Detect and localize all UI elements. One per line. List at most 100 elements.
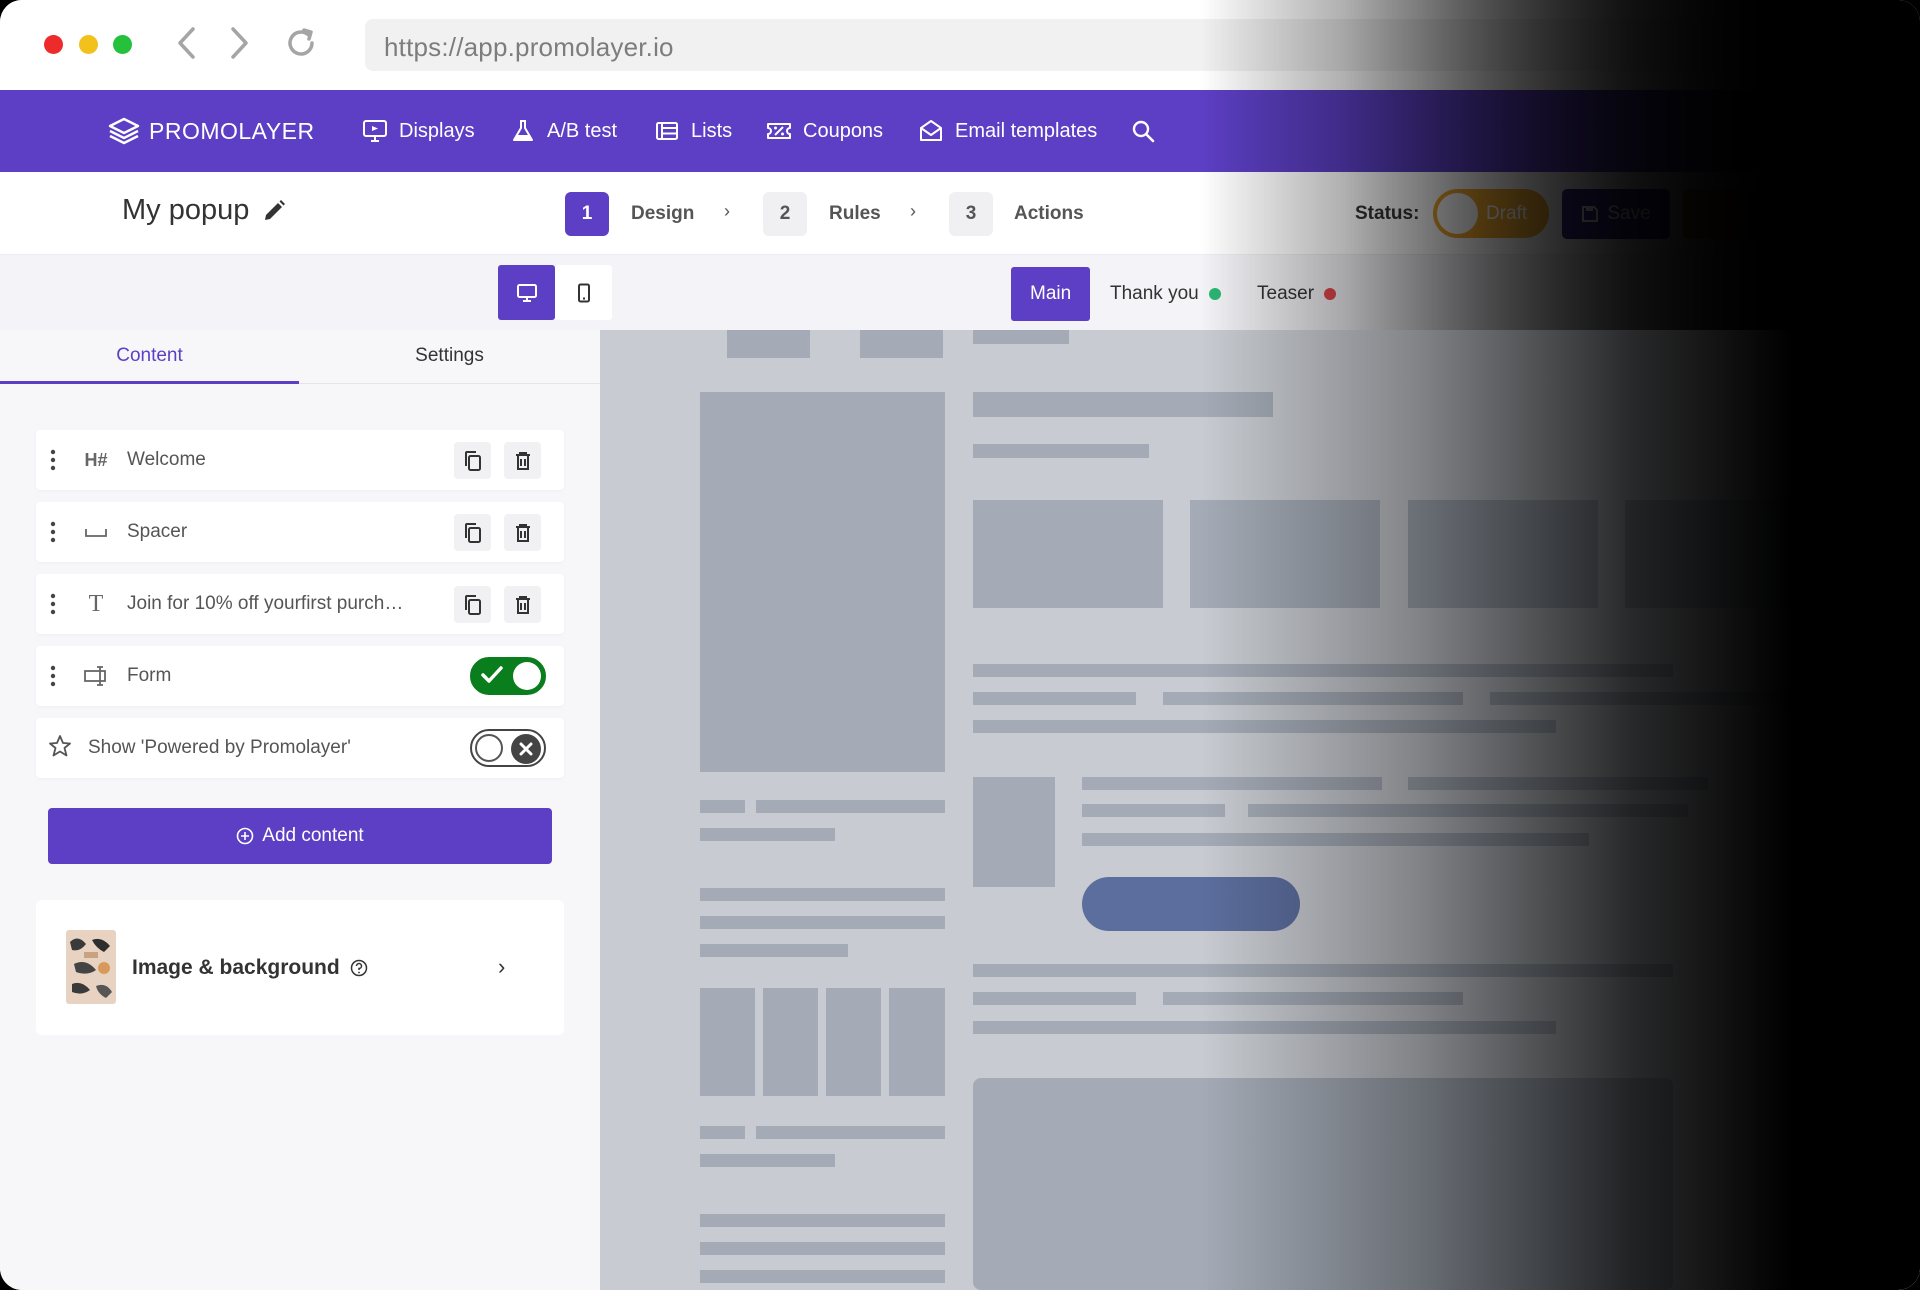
powered-by-toggle[interactable] xyxy=(470,729,546,767)
skeleton-block xyxy=(973,330,1069,344)
toggle-knob xyxy=(513,662,541,690)
nav-ab-test[interactable]: A/B test xyxy=(510,114,617,148)
flask-icon xyxy=(513,120,533,141)
desktop-view-button[interactable] xyxy=(498,265,555,320)
nav-lists[interactable]: Lists xyxy=(654,114,732,148)
pencil-icon[interactable] xyxy=(261,198,287,224)
popup-title[interactable]: My popup xyxy=(122,194,287,227)
save-label: Save xyxy=(1607,203,1651,224)
skeleton-block xyxy=(727,330,810,358)
step-2-number[interactable]: 2 xyxy=(763,192,807,236)
plus-circle-icon xyxy=(236,827,254,845)
address-bar[interactable]: https://app.promolayer.io xyxy=(365,19,1920,71)
tab-main[interactable]: Main xyxy=(1011,267,1091,321)
image-background-card[interactable]: Image & background › xyxy=(36,900,564,1035)
skeleton-block xyxy=(700,392,945,772)
close-window-button[interactable] xyxy=(44,35,63,54)
status-toggle[interactable]: Draft xyxy=(1433,189,1549,238)
block-label: Spacer xyxy=(127,521,188,542)
url-text: https://app.promolayer.io xyxy=(384,32,674,62)
skeleton-block xyxy=(973,392,1273,417)
step-actions-label[interactable]: Actions xyxy=(1014,203,1084,225)
skeleton-block xyxy=(700,1154,835,1167)
skeleton-block xyxy=(700,916,945,929)
skeleton-block xyxy=(1082,777,1382,790)
copy-icon[interactable] xyxy=(454,586,491,623)
trash-icon[interactable] xyxy=(504,442,541,479)
browser-chrome: https://app.promolayer.io xyxy=(0,0,1920,90)
star-icon xyxy=(48,734,72,763)
toggle-knob xyxy=(475,734,503,762)
form-toggle[interactable] xyxy=(470,657,546,695)
copy-icon[interactable] xyxy=(454,514,491,551)
background-thumbnail xyxy=(66,930,116,1004)
layers-icon xyxy=(108,117,140,145)
content-block-text[interactable]: T Join for 10% off yourfirst purch… xyxy=(36,574,564,634)
status-value: Draft xyxy=(1486,203,1528,224)
skeleton-block xyxy=(973,500,1163,608)
form-icon xyxy=(80,662,112,690)
nav-coupons[interactable]: Coupons xyxy=(766,114,883,148)
step-design-label[interactable]: Design xyxy=(631,203,694,225)
drag-handle-icon[interactable] xyxy=(50,448,56,472)
brand-logo[interactable]: PROMOLAYER xyxy=(107,114,315,148)
preview-toolbar: Main Thank you Teaser xyxy=(0,255,1920,330)
tab-thank-you[interactable]: Thank you xyxy=(1091,267,1240,321)
trash-icon[interactable] xyxy=(504,514,541,551)
save-button[interactable]: Save xyxy=(1562,189,1670,239)
content-block-welcome[interactable]: H# Welcome xyxy=(36,430,564,490)
skeleton-block xyxy=(700,1270,945,1283)
trash-icon[interactable] xyxy=(504,586,541,623)
skeleton-block xyxy=(1248,804,1688,817)
tab-settings[interactable]: Settings xyxy=(300,330,599,384)
skeleton-block xyxy=(1408,777,1708,790)
maximize-window-button[interactable] xyxy=(113,35,132,54)
coupon-icon xyxy=(767,123,791,139)
text-icon: T xyxy=(88,590,104,617)
nav-ab-test-label: A/B test xyxy=(547,119,618,142)
envelope-icon xyxy=(920,120,942,141)
step-rules-label[interactable]: Rules xyxy=(829,203,881,225)
reload-icon[interactable] xyxy=(284,26,318,62)
browser-window: https://app.promolayer.io PROMOLAYER Dis… xyxy=(0,0,1920,1290)
tab-main-label: Main xyxy=(1030,283,1072,304)
check-icon xyxy=(481,666,503,683)
skeleton-block xyxy=(1163,992,1463,1005)
tab-content[interactable]: Content xyxy=(0,330,299,384)
drag-handle-icon[interactable] xyxy=(50,664,56,688)
skeleton-button xyxy=(1082,877,1300,931)
nav-email-templates[interactable]: Email templates xyxy=(918,114,1097,148)
block-label: Join for 10% off yourfirst purch… xyxy=(127,593,404,614)
minimize-window-button[interactable] xyxy=(79,35,98,54)
skeleton-block xyxy=(973,664,1673,677)
monitor-icon xyxy=(363,120,387,142)
skeleton-block xyxy=(1082,804,1225,817)
search-icon[interactable] xyxy=(1130,114,1156,148)
nav-lists-label: Lists xyxy=(691,119,733,142)
add-content-button[interactable]: Add content xyxy=(48,808,552,864)
step-3-number[interactable]: 3 xyxy=(949,192,993,236)
copy-icon[interactable] xyxy=(454,442,491,479)
help-icon[interactable] xyxy=(350,959,368,977)
drag-handle-icon[interactable] xyxy=(50,520,56,544)
tab-teaser[interactable]: Teaser xyxy=(1238,267,1355,321)
skeleton-block xyxy=(756,800,945,813)
skeleton-block xyxy=(700,800,745,813)
drag-handle-icon[interactable] xyxy=(50,592,56,616)
mobile-view-button[interactable] xyxy=(555,265,612,320)
popup-preview-canvas xyxy=(600,330,1920,1290)
tab-thank-you-label: Thank you xyxy=(1110,283,1199,304)
content-block-spacer[interactable]: Spacer xyxy=(36,502,564,562)
content-block-form[interactable]: Form xyxy=(36,646,564,706)
back-icon[interactable] xyxy=(170,26,204,62)
powered-by-row: Show 'Powered by Promolayer' xyxy=(36,718,564,778)
nav-displays[interactable]: Displays xyxy=(362,114,475,148)
chevron-right-icon: › xyxy=(498,954,506,979)
skeleton-block xyxy=(973,692,1136,705)
skeleton-block xyxy=(756,1126,945,1139)
forward-icon[interactable] xyxy=(222,26,256,62)
close-editor-button[interactable]: ✕ xyxy=(1683,189,1791,239)
block-label: Welcome xyxy=(127,449,206,470)
skeleton-video xyxy=(973,1078,1673,1290)
step-1-number[interactable]: 1 xyxy=(565,192,609,236)
